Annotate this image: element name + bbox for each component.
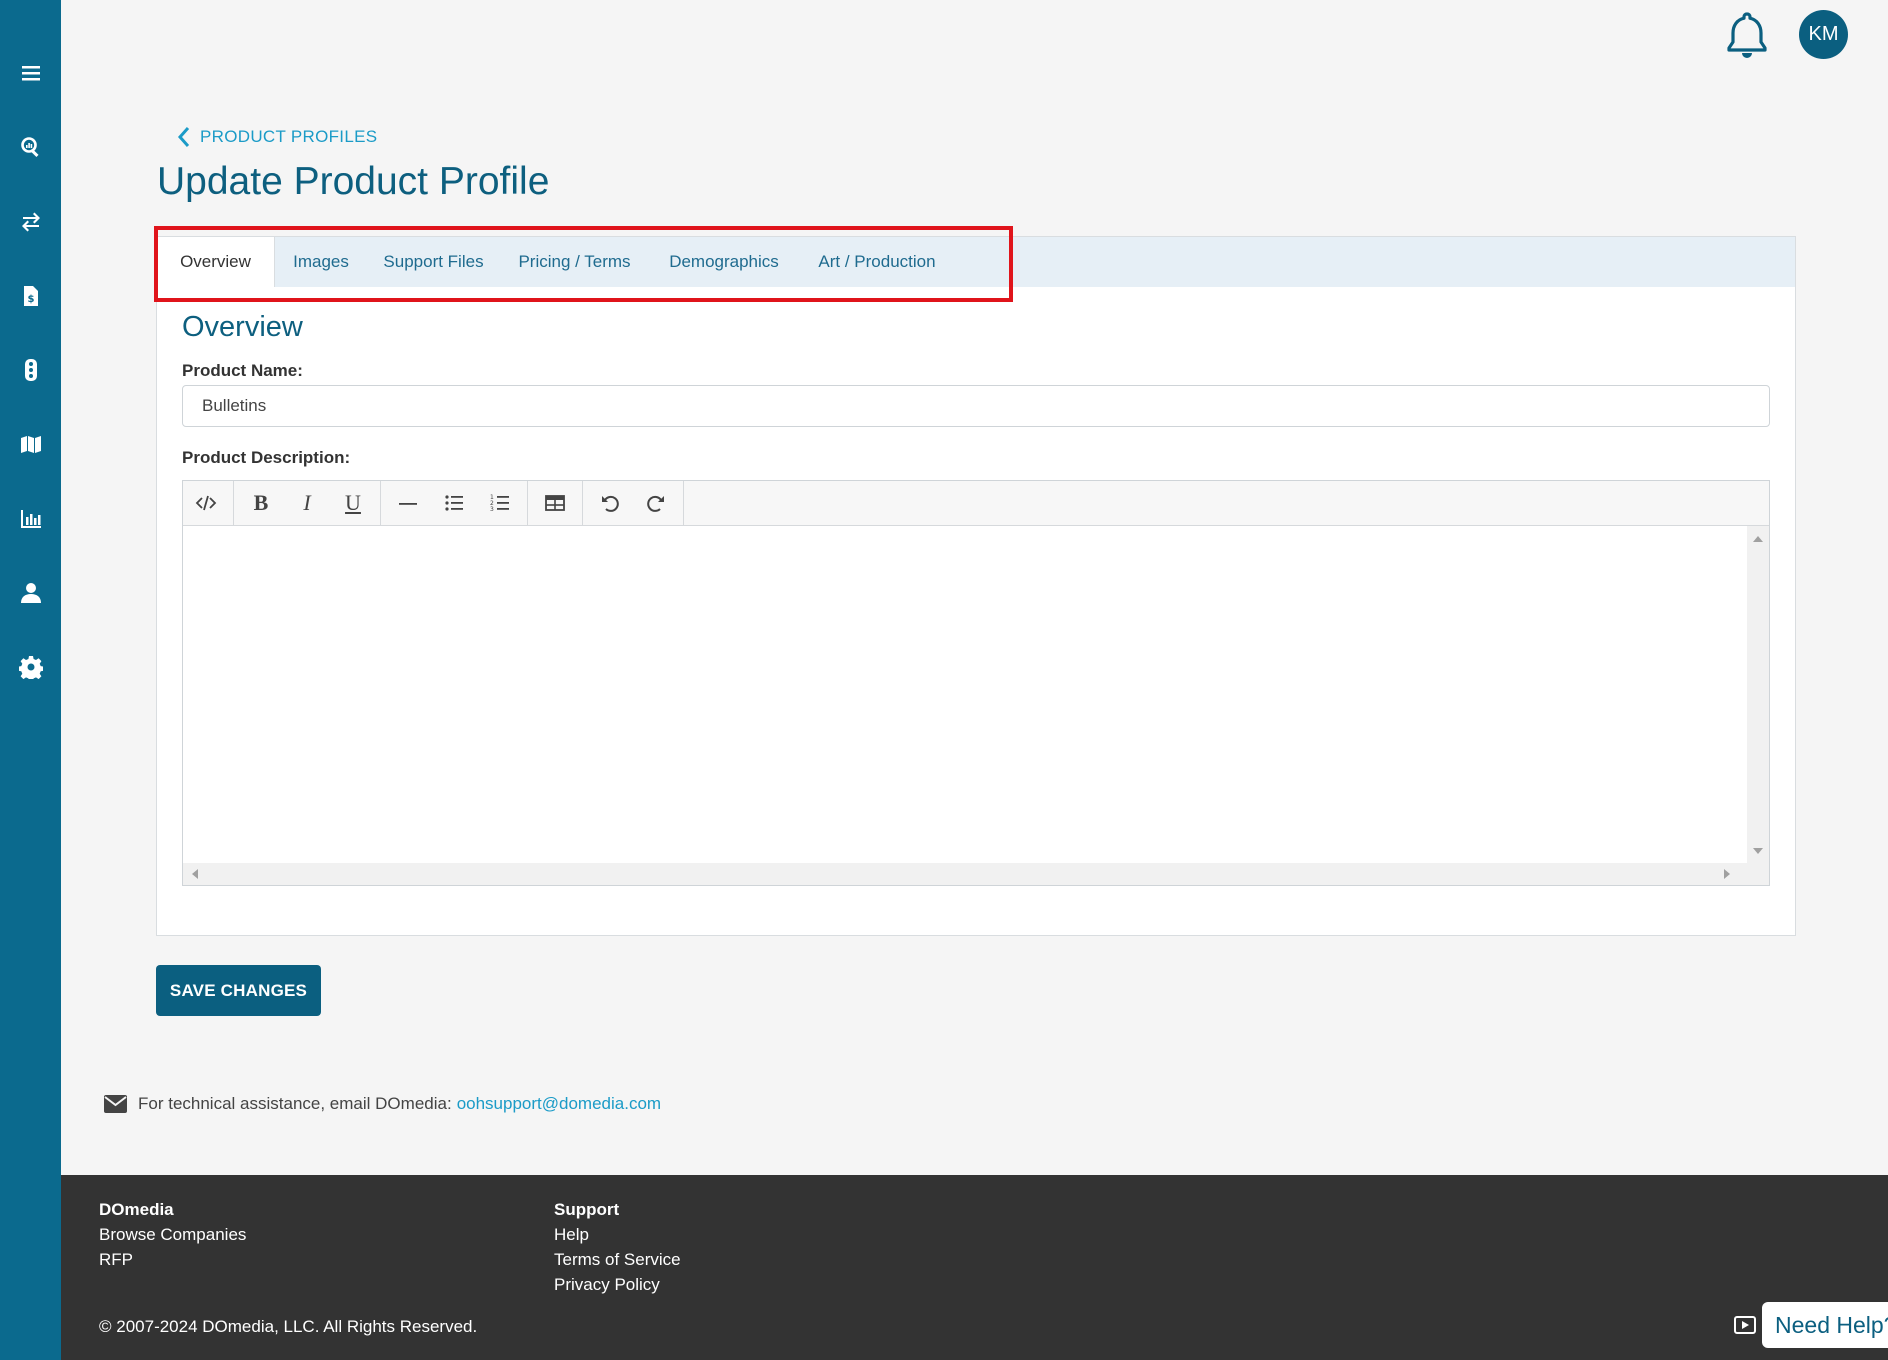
footer-heading-domedia: DOmedia <box>99 1200 174 1219</box>
product-name-input[interactable] <box>182 385 1770 427</box>
product-profile-card: Overview Images Support Files Pricing / … <box>156 236 1796 936</box>
footer-link-privacy[interactable]: Privacy Policy <box>554 1272 681 1297</box>
tab-demographics[interactable]: Demographics <box>649 237 799 287</box>
page-title: Update Product Profile <box>157 160 550 203</box>
menu-icon[interactable] <box>0 53 61 93</box>
traffic-light-icon[interactable] <box>0 350 61 390</box>
breadcrumb-label: PRODUCT PROFILES <box>200 127 378 146</box>
need-help-button[interactable]: Need Help? <box>1762 1302 1888 1348</box>
footer: DOmedia Browse Companies RFP Support Hel… <box>61 1175 1888 1360</box>
horizontal-scrollbar[interactable] <box>183 863 1769 885</box>
horizontal-rule-icon[interactable] <box>385 481 431 525</box>
svg-text:3: 3 <box>490 506 494 513</box>
vertical-scrollbar[interactable] <box>1747 526 1769 864</box>
tab-pricing-terms[interactable]: Pricing / Terms <box>500 237 649 287</box>
underline-icon[interactable]: U <box>330 481 376 525</box>
swap-icon[interactable] <box>0 202 61 242</box>
footer-col-support: Support Help Terms of Service Privacy Po… <box>554 1197 681 1297</box>
video-icon[interactable] <box>1734 1315 1756 1335</box>
tab-bar: Overview Images Support Files Pricing / … <box>157 237 1795 287</box>
tab-images[interactable]: Images <box>275 237 367 287</box>
tab-art-production[interactable]: Art / Production <box>799 237 955 287</box>
tech-assistance: For technical assistance, email DOmedia:… <box>104 1094 661 1114</box>
numbered-list-icon[interactable]: 123 <box>477 481 523 525</box>
search-analytics-icon[interactable] <box>0 127 61 167</box>
footer-heading-support: Support <box>554 1200 620 1219</box>
footer-col-domedia: DOmedia Browse Companies RFP <box>99 1197 246 1272</box>
notification-bell-icon[interactable] <box>1724 10 1770 60</box>
bold-icon[interactable]: B <box>238 481 284 525</box>
svg-text:$: $ <box>27 294 34 305</box>
invoice-icon[interactable]: $ <box>0 276 61 316</box>
user-icon[interactable] <box>0 573 61 613</box>
tech-assistance-text: For technical assistance, email DOmedia: <box>138 1094 452 1113</box>
support-email-link[interactable]: oohsupport@domedia.com <box>457 1094 661 1114</box>
envelope-icon <box>104 1095 127 1113</box>
redo-icon[interactable] <box>633 481 679 525</box>
code-view-icon[interactable] <box>183 481 229 525</box>
product-description-label: Product Description: <box>182 448 351 467</box>
bullet-list-icon[interactable] <box>431 481 477 525</box>
map-icon[interactable] <box>0 424 61 464</box>
footer-link-browse-companies[interactable]: Browse Companies <box>99 1222 246 1247</box>
bar-chart-icon[interactable] <box>0 498 61 538</box>
tab-overview[interactable]: Overview <box>157 237 275 287</box>
footer-link-terms[interactable]: Terms of Service <box>554 1247 681 1272</box>
description-edit-area[interactable] <box>183 526 1749 864</box>
chevron-left-icon <box>177 127 190 147</box>
gear-icon[interactable] <box>0 647 61 687</box>
tab-support-files[interactable]: Support Files <box>367 237 500 287</box>
italic-icon[interactable]: I <box>284 481 330 525</box>
section-title: Overview <box>182 311 303 343</box>
table-icon[interactable] <box>532 481 578 525</box>
save-changes-button[interactable]: SAVE CHANGES <box>156 965 321 1016</box>
undo-icon[interactable] <box>587 481 633 525</box>
user-avatar[interactable]: KM <box>1799 10 1848 59</box>
copyright: © 2007-2024 DOmedia, LLC. All Rights Res… <box>99 1317 478 1336</box>
rich-text-editor: B I U 123 <box>182 480 1770 886</box>
editor-toolbar: B I U 123 <box>183 481 1769 526</box>
product-name-label: Product Name: <box>182 361 303 380</box>
footer-link-rfp[interactable]: RFP <box>99 1247 246 1272</box>
breadcrumb-back-link[interactable]: PRODUCT PROFILES <box>176 126 377 148</box>
sidebar: $ <box>0 0 61 1360</box>
footer-link-help[interactable]: Help <box>554 1222 681 1247</box>
